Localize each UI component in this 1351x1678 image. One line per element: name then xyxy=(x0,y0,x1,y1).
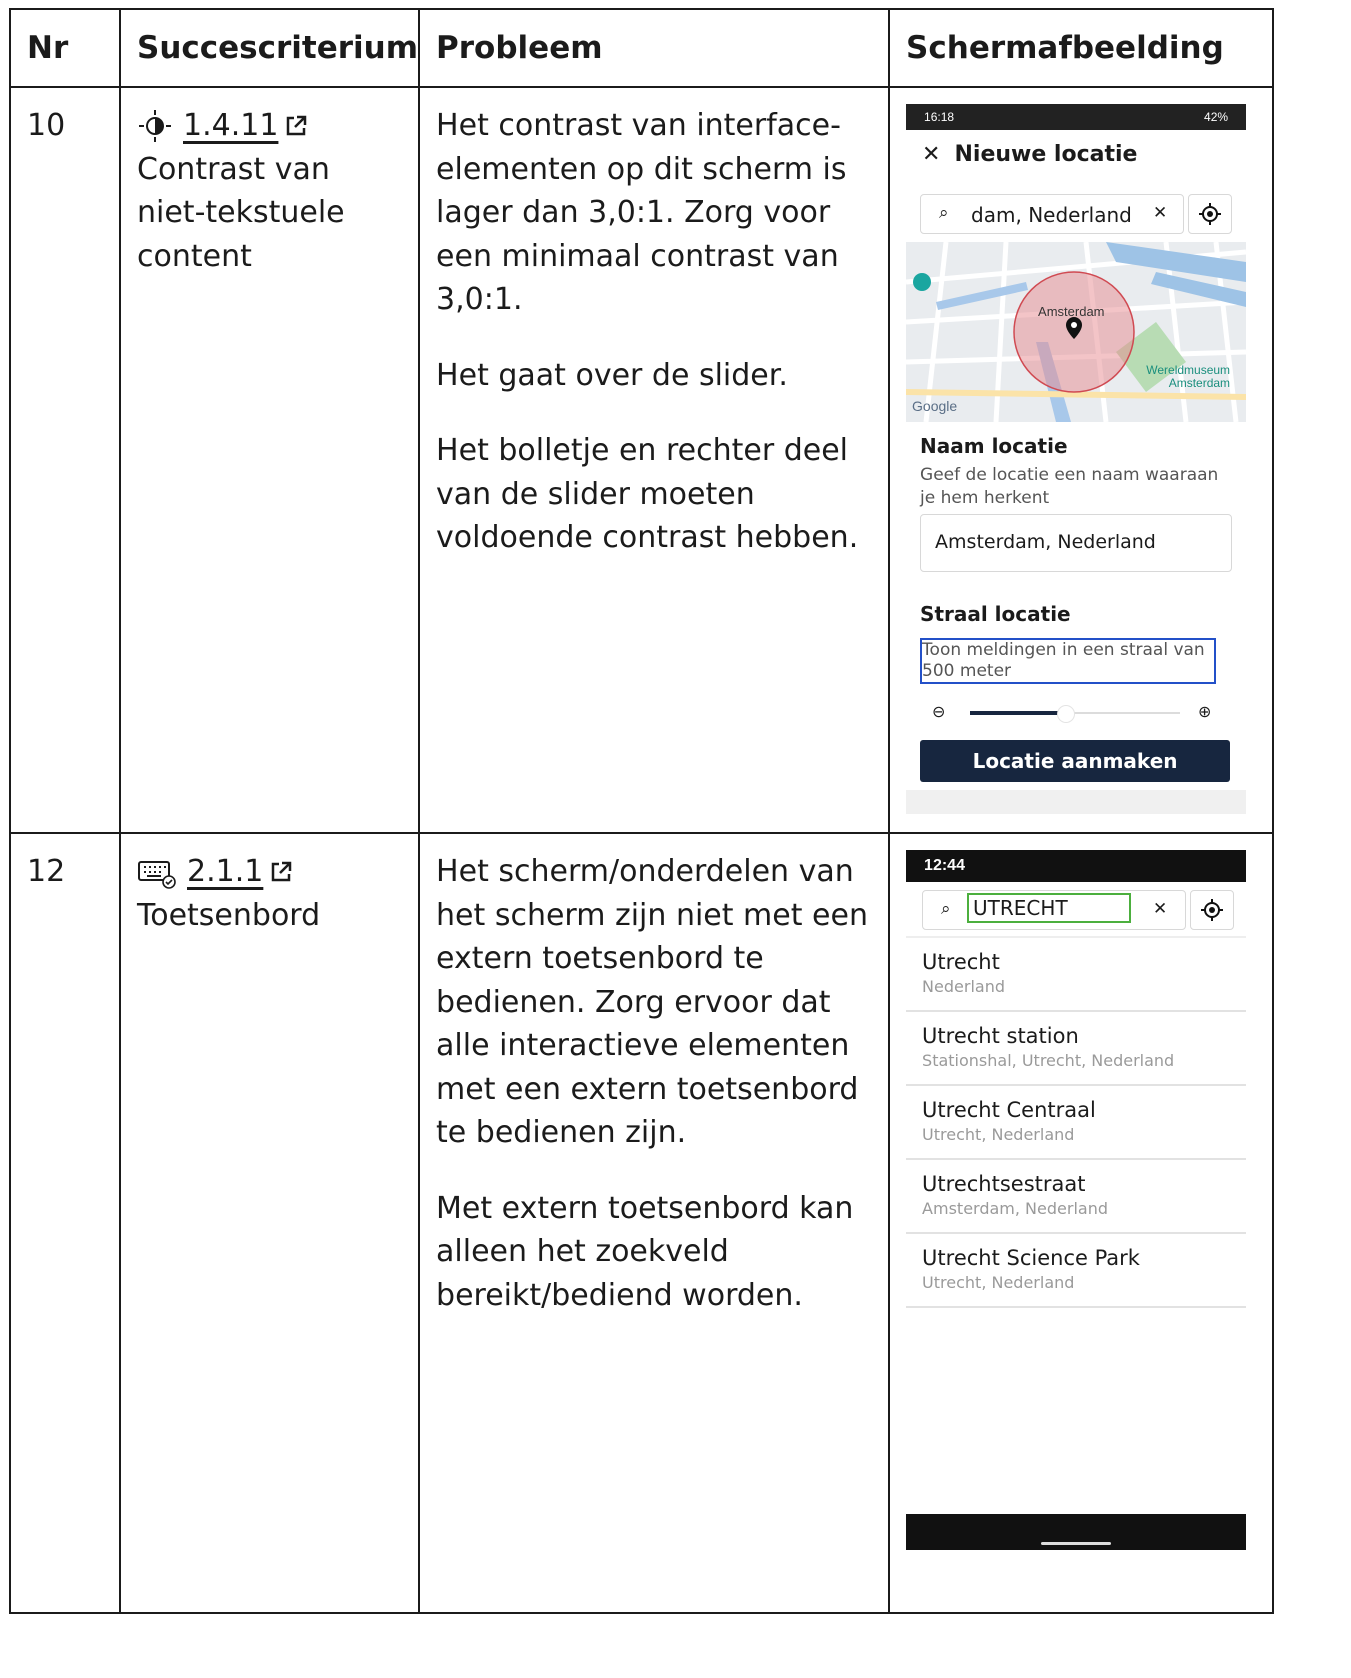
search-input[interactable]: UTRECHT xyxy=(967,893,1132,923)
table-header-row: Nr Succescriterium Probleem Schermafbeel… xyxy=(9,8,1275,88)
create-location-button[interactable]: Locatie aanmaken xyxy=(920,740,1231,782)
name-heading: Naam locatie xyxy=(920,434,1068,458)
results-list: Utrecht Nederland Utrecht station Stations… xyxy=(906,936,1247,1308)
problem-text: Het contrast van interface-elementen op … xyxy=(436,108,847,317)
radius-heading: Straal locatie xyxy=(920,602,1071,626)
locate-button[interactable] xyxy=(1190,890,1235,930)
slider-fill xyxy=(970,711,1065,715)
radius-slider[interactable]: ⊖ ⊕ xyxy=(920,698,1230,728)
map-label-museum: Wereldmuseum Amsterdam xyxy=(1146,363,1231,390)
header-problem: Probleem xyxy=(418,8,891,88)
problem-text: Met extern toetsenbord kan alleen het zo… xyxy=(436,1190,854,1313)
keyboard-icon xyxy=(138,860,176,889)
search-field[interactable]: ⌕ dam, Nederland ✕ xyxy=(920,194,1185,234)
screenshot-search-results: 12:44 ⌕ UTRECHT ✕ Utrecht Nederland Utrec… xyxy=(906,850,1247,1550)
header-criterion: Succescriterium xyxy=(118,8,421,88)
list-item[interactable]: Utrecht station Stationshal, Utrecht, Ned… xyxy=(906,1012,1247,1086)
problem-text: Het gaat over de slider. xyxy=(436,357,788,393)
table-row: 12 2.1.1 Toetsenbord Het scherm/onderdel… xyxy=(9,832,1275,1614)
name-hint: Geef de locatie een naam waaraan je hem … xyxy=(920,465,1219,508)
home-indicator[interactable] xyxy=(1041,1542,1112,1545)
criterion-link[interactable]: 2.1.1 xyxy=(187,850,293,894)
google-logo: Google xyxy=(912,398,958,414)
locate-icon xyxy=(1201,899,1224,921)
criterion-name: Contrast van niet-tekstuele content xyxy=(137,151,345,274)
list-item[interactable]: Utrecht Science Park Utrecht, Nederland xyxy=(906,1234,1247,1308)
list-item[interactable]: Utrechtsestraat Amsterdam, Nederland xyxy=(906,1160,1247,1234)
external-link-icon xyxy=(287,115,307,135)
header-screenshot: Schermafbeelding xyxy=(888,8,1275,88)
clear-icon[interactable]: ✕ xyxy=(1153,899,1167,919)
criterion-name: Toetsenbord xyxy=(137,897,321,933)
search-field[interactable]: ⌕ UTRECHT ✕ xyxy=(922,890,1187,930)
table-row: 10 1.4.11 Contrast van niet-tekstuele co… xyxy=(9,86,1275,834)
minus-icon[interactable]: ⊖ xyxy=(932,702,945,721)
list-item[interactable]: Utrecht Centraal Utrecht, Nederland xyxy=(906,1086,1247,1160)
map-label-city: Amsterdam xyxy=(1038,304,1105,319)
screenshot-new-location: 16:18 42% ✕ Nieuwe locatie ⌕ dam, Nederla… xyxy=(906,104,1247,814)
status-bar: 16:18 42% xyxy=(906,104,1247,130)
slider-thumb[interactable] xyxy=(1056,705,1075,723)
list-item[interactable]: Utrecht Nederland xyxy=(906,938,1247,1012)
criterion-link[interactable]: 1.4.11 xyxy=(183,104,308,148)
clear-icon[interactable]: ✕ xyxy=(1153,203,1167,223)
row-number: 12 xyxy=(27,854,66,889)
radius-hint: Toon meldingen in een straal van 500 met… xyxy=(920,638,1217,684)
map[interactable]: Amsterdam Wereldmuseum Amsterdam Google xyxy=(906,242,1247,422)
screen-title: Nieuwe locatie xyxy=(954,142,1138,167)
nav-bar xyxy=(906,1514,1247,1550)
audit-table: Nr Succescriterium Probleem Schermafbeel… xyxy=(9,8,1275,1614)
name-input[interactable]: Amsterdam, Nederland xyxy=(920,514,1233,572)
problem-text: Het bolletje en rechter deel van de slid… xyxy=(436,433,859,555)
external-link-icon xyxy=(272,861,292,881)
nav-bar xyxy=(906,790,1247,814)
plus-icon[interactable]: ⊕ xyxy=(1198,702,1211,721)
contrast-icon xyxy=(139,109,171,142)
status-bar: 12:44 xyxy=(906,850,1247,882)
close-icon[interactable]: ✕ xyxy=(922,142,940,167)
search-icon: ⌕ xyxy=(941,899,951,919)
header-nr: Nr xyxy=(9,8,121,88)
search-icon: ⌕ xyxy=(939,203,949,223)
problem-text: Het scherm/onderdelen van het scherm zij… xyxy=(436,854,868,1150)
row-number: 10 xyxy=(27,108,66,143)
locate-button[interactable] xyxy=(1188,194,1233,234)
locate-icon xyxy=(1199,203,1222,225)
